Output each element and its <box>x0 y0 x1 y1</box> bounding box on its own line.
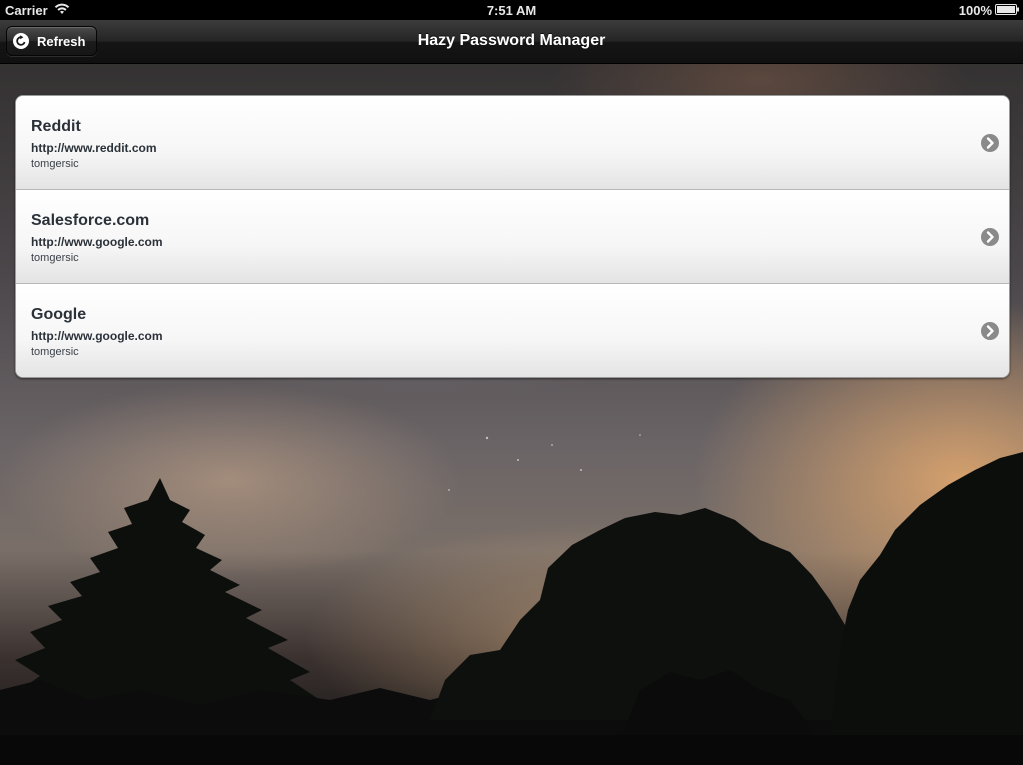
chevron-right-icon[interactable] <box>981 228 999 246</box>
status-time: 7:51 AM <box>486 3 537 18</box>
navigation-bar: Refresh Hazy Password Manager <box>0 20 1023 64</box>
entry-username: tomgersic <box>31 346 79 358</box>
battery-icon <box>995 4 1019 15</box>
entry-url: http://www.google.com <box>31 329 163 343</box>
entry-username: tomgersic <box>31 158 79 170</box>
chevron-right-icon[interactable] <box>981 134 999 152</box>
chevron-right-icon[interactable] <box>981 322 999 340</box>
entry-username: tomgersic <box>31 252 79 264</box>
list-item[interactable]: Salesforce.com http://www.google.com tom… <box>16 189 1009 283</box>
entry-title: Salesforce.com <box>31 212 150 229</box>
battery-percentage: 100% <box>958 3 992 18</box>
entry-title: Google <box>31 306 87 323</box>
entry-title: Reddit <box>31 118 81 135</box>
status-bar: Carrier 7:51 AM 100% <box>0 0 1023 20</box>
list-item[interactable]: Google http://www.google.com tomgersic <box>16 283 1009 377</box>
password-entry-list: Reddit http://www.reddit.com tomgersic S… <box>15 95 1010 378</box>
entry-url: http://www.reddit.com <box>31 141 157 155</box>
entry-url: http://www.google.com <box>31 235 163 249</box>
list-item[interactable]: Reddit http://www.reddit.com tomgersic <box>16 96 1009 189</box>
page-title: Hazy Password Manager <box>417 32 606 49</box>
